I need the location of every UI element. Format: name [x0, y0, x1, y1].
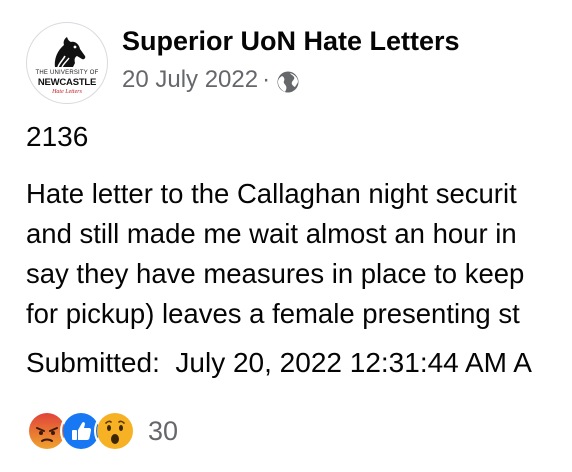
page-name-link[interactable]: Superior UoN Hate Letters — [122, 26, 460, 57]
facebook-post: THE UNIVERSITY OF NEWCASTLE Hate Letters… — [0, 0, 572, 472]
post-body-line: for pickup) leaves a female presenting s… — [26, 298, 520, 329]
post-meta: 20 July 2022 · — [122, 66, 300, 94]
globe-icon[interactable] — [276, 70, 300, 94]
avatar-logo-title: NEWCASTLE — [37, 77, 97, 88]
page-avatar[interactable]: THE UNIVERSITY OF NEWCASTLE Hate Letters — [26, 22, 108, 104]
post-body-line: Hate letter to the Callaghan night secur… — [26, 178, 517, 209]
wow-reaction-icon — [94, 410, 136, 452]
avatar-logo-text: THE UNIVERSITY OF — [35, 70, 99, 76]
post-body-line: and still made me wait almost an hour in — [26, 218, 517, 249]
post-body-line: say they have measures in place to keep — [26, 258, 525, 289]
submitted-timestamp: Submitted: July 20, 2022 12:31:44 AM A — [26, 347, 532, 378]
post-body: Hate letter to the Callaghan night secur… — [26, 174, 572, 334]
meta-separator: · — [262, 66, 271, 93]
post-number: 2136 — [26, 121, 89, 152]
post-date-link[interactable]: 20 July 2022 — [122, 66, 258, 94]
reaction-summary[interactable]: 30 — [26, 410, 178, 452]
reaction-count: 30 — [148, 415, 179, 446]
avatar-logo-subtitle: Hate Letters — [52, 89, 82, 95]
